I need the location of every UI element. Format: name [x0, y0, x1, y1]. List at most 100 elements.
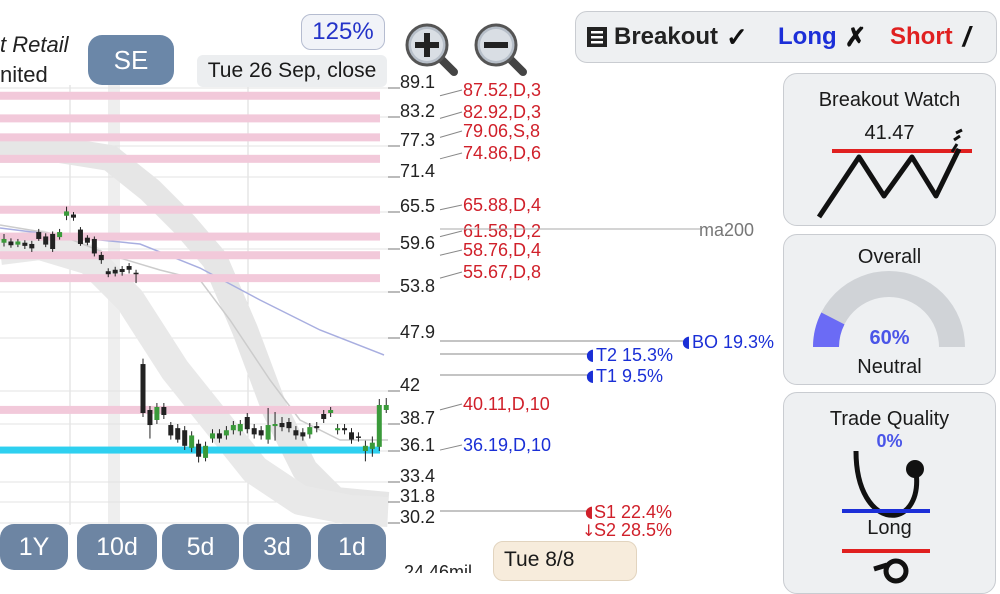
candle-body [328, 410, 334, 413]
level-label: 79.06,S,8 [463, 121, 540, 141]
candle-body [98, 254, 104, 261]
level-label: 74.86,D,6 [463, 143, 541, 163]
breakout-watch-panel[interactable]: Breakout Watch 41.47 [783, 73, 996, 226]
price-tick-label: 42 [400, 375, 420, 395]
candle-body [251, 428, 257, 435]
candle-body [244, 417, 250, 430]
stop-s1-label: S1 22.4% [594, 502, 672, 522]
price-tick-label: 38.7 [400, 408, 435, 428]
level-connector [439, 403, 463, 411]
magnifier-minus-icon [474, 23, 527, 76]
price-tick-label: 59.6 [400, 233, 435, 253]
trade-quality-curve-icon [842, 450, 930, 584]
overall-verdict: Neutral [857, 356, 922, 378]
resistance-band [0, 274, 380, 283]
long-label: Long [778, 23, 837, 50]
target-t2-label: T2 15.3% [596, 345, 673, 365]
level-connector [439, 89, 463, 97]
overall-percent: 60% [869, 327, 910, 349]
resistance-band [0, 154, 380, 163]
resistance-band [0, 251, 380, 260]
long-toggle[interactable]: Long ✗ [778, 22, 866, 52]
candle-body [182, 430, 188, 446]
candle-body [369, 442, 375, 449]
level-connector [439, 152, 463, 160]
range-button-1y[interactable]: 1Y [0, 524, 68, 570]
level-connector [439, 271, 463, 279]
candle-body [355, 436, 361, 438]
candle-body [168, 425, 174, 436]
level-connector [439, 249, 463, 256]
level-connector [439, 130, 463, 138]
candle-body [36, 232, 42, 239]
company-name-line2: nited [0, 62, 48, 87]
candle-body [140, 364, 146, 413]
breakout-label: Breakout [614, 23, 719, 50]
level-connector [439, 230, 463, 238]
short-slash-icon: / [962, 21, 971, 52]
candle-body [154, 407, 160, 420]
zoom-out-button[interactable] [471, 20, 531, 80]
candle-body [237, 424, 243, 432]
exchange-badge[interactable]: SE [88, 35, 174, 85]
range-button-10d[interactable]: 10d [77, 524, 157, 570]
target-bo-label: BO 19.3% [692, 332, 774, 352]
range-button-5d[interactable]: 5d [162, 524, 239, 570]
candle-body [203, 445, 209, 458]
candle-body [8, 241, 14, 246]
price-tick-label: 31.8 [400, 486, 435, 506]
candle-body [15, 241, 21, 245]
candle-body [147, 410, 153, 426]
breakout-toggle[interactable]: Breakout ✓ [586, 22, 748, 52]
range-button-3d[interactable]: 3d [243, 524, 311, 570]
candle-body [22, 242, 28, 246]
hover-date-tooltip: Tue 8/8 [493, 541, 637, 581]
price-tick-label: 30.2 [400, 507, 435, 527]
overall-panel[interactable]: Overall 60% Neutral [783, 234, 996, 385]
candle-body [272, 424, 278, 427]
volume-label: 24.46mil [404, 562, 472, 573]
candle-body [1, 238, 7, 243]
resistance-band [0, 232, 380, 241]
candle-body [126, 266, 132, 270]
level-label: 65.88,D,4 [463, 195, 541, 215]
candle-body [349, 432, 354, 440]
candle-body [112, 269, 118, 274]
level-label: 40.11,D,10 [463, 394, 550, 414]
candle-body [314, 426, 320, 429]
stop-s1-marker-icon: ◖ [585, 502, 593, 521]
range-button-1d[interactable]: 1d [318, 524, 386, 570]
price-tick-label: 77.3 [400, 130, 435, 150]
target-t2-marker-icon: ◖ [586, 345, 594, 364]
candle-body [216, 433, 222, 439]
candle-body [321, 414, 327, 419]
target-t1-label: T1 9.5% [596, 366, 663, 386]
candle-body [342, 428, 348, 431]
trade-quality-label: Long [867, 517, 912, 539]
candle-body [307, 427, 313, 435]
candle-body [57, 232, 63, 238]
candle-body [175, 428, 181, 440]
trade-quality-panel[interactable]: Trade Quality 0% Long [783, 392, 996, 594]
target-t1-marker-icon: ◖ [586, 366, 594, 385]
level-connector [439, 444, 463, 451]
candle-body [286, 422, 292, 429]
candle-body [189, 435, 195, 448]
candle-body [77, 229, 83, 244]
candle-body [210, 433, 215, 439]
short-toggle[interactable]: Short / [890, 21, 971, 52]
candle-body [230, 425, 236, 431]
zoom-level: 125% [301, 14, 385, 50]
resistance-band [0, 91, 380, 100]
candle-body [91, 238, 97, 254]
breakout-zigzag-icon [816, 128, 972, 219]
candle-body [196, 443, 202, 457]
date-label: Tue 26 Sep, close [197, 55, 387, 87]
candle-body [84, 237, 90, 243]
candle-body [279, 423, 285, 428]
breakout-check-icon: ✓ [726, 21, 748, 52]
magnifier-plus-icon [405, 23, 458, 76]
price-tick-label: 47.9 [400, 322, 435, 342]
zoom-in-button[interactable] [402, 20, 462, 80]
price-tick-label: 71.4 [400, 161, 435, 181]
